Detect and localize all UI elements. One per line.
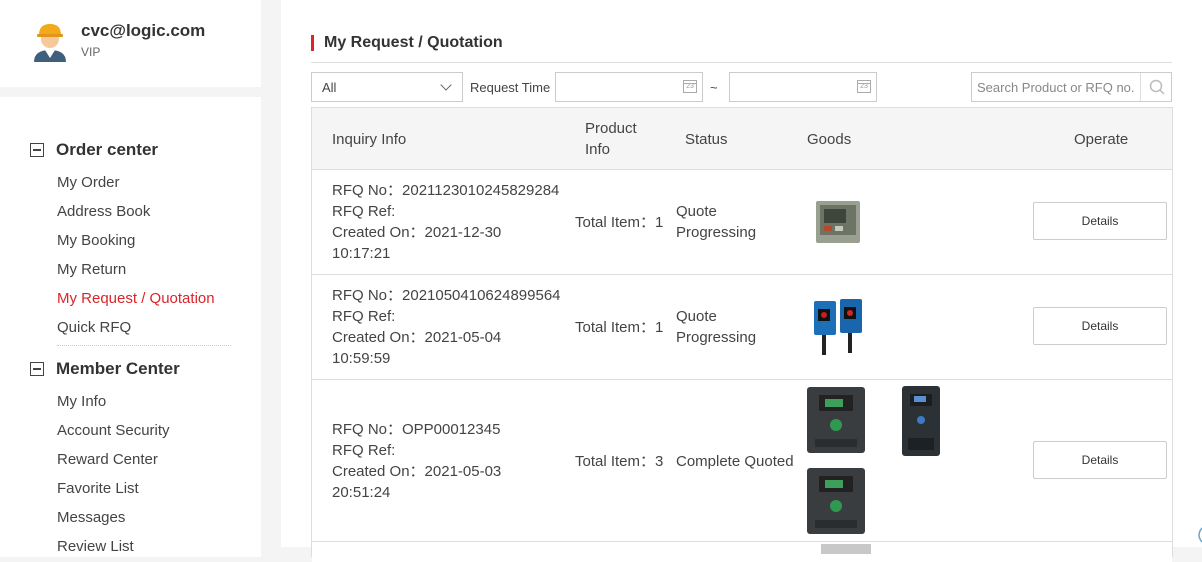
sidebar-item-reward-center[interactable]: Reward Center [57,451,158,468]
rfq-number: RFQ No：2021050410624899564 [332,287,561,304]
request-time-label: Request Time [470,80,551,95]
user-level: VIP [81,45,101,59]
member-center-header[interactable]: Member Center [30,359,180,379]
rfq-number: RFQ No：2021123010245829284 [332,182,560,199]
order-center-title: Order center [56,140,159,159]
photoelectric-sensor-image[interactable] [810,295,866,357]
profile-card: cvc@logic.com VIP [0,0,261,87]
rfq-ref: RFQ Ref: [332,203,396,220]
total-item: Total Item：1 [575,319,664,336]
variable-speed-drive-image[interactable] [900,384,944,458]
sidebar-item-my-request-quotation[interactable]: My Request / Quotation [57,290,215,307]
collapse-icon[interactable] [30,143,44,157]
sidebar-item-address-book[interactable]: Address Book [57,203,150,220]
header-operate: Operate [1074,131,1129,148]
menu-divider [57,345,231,346]
sidebar-item-my-return[interactable]: My Return [57,261,126,278]
rfq-number: RFQ No：OPP00012345 [332,421,501,438]
collapse-icon[interactable] [30,362,44,376]
main-content: My Request / Quotation All Request Time … [281,0,1202,562]
table-header: Inquiry Info Product Info Status Goods O… [312,107,1172,170]
variable-speed-drive-image[interactable] [805,385,871,457]
header-status: Status [685,131,728,148]
details-button[interactable]: Details [1033,441,1167,479]
sidebar-item-my-info[interactable]: My Info [57,393,106,410]
product-image[interactable] [817,542,877,554]
variable-speed-drive-image[interactable] [805,466,871,538]
header-product-info-line2: Info [585,141,611,158]
search-button[interactable] [1140,73,1171,101]
date-to-field[interactable]: 23 [729,72,877,102]
date-from-field[interactable]: 23 [555,72,703,102]
rfq-table: Inquiry Info Product Info Status Goods O… [311,107,1173,562]
rfq-ref: RFQ Ref: [332,308,396,325]
created-time: 10:59:59 [332,350,391,367]
header-goods: Goods [807,131,852,148]
details-button[interactable]: Details [1033,202,1167,240]
chat-icon[interactable] [1196,527,1202,543]
sidebar-item-messages[interactable]: Messages [57,509,125,526]
search-box [971,72,1172,102]
display-module-image[interactable] [815,199,861,245]
calendar-icon[interactable]: 23 [857,80,871,93]
total-item: Total Item：3 [575,453,664,470]
sidebar-item-favorite-list[interactable]: Favorite List [57,480,139,497]
sidebar-item-my-booking[interactable]: My Booking [57,232,135,249]
status-text: Progressing [676,224,757,241]
status-text: Quote [676,203,717,220]
status-select[interactable]: All [311,72,463,102]
sidebar-menu: Order center My Order Address Book My Bo… [0,97,261,557]
status-select-value: All [322,80,337,95]
status-text: Quote [676,308,717,325]
order-center-header[interactable]: Order center [30,140,158,160]
total-item: Total Item：1 [575,214,664,231]
created-time: 10:17:21 [332,245,391,262]
table-row: RFQ No：OPP00012345 RFQ Ref: Created On：2… [312,380,1172,542]
status-text: Progressing [676,329,757,346]
calendar-icon[interactable]: 23 [683,80,697,93]
avatar-icon [34,24,66,62]
status-text: Complete Quoted [676,453,794,470]
created-on: Created On：2021-05-03 [332,463,502,480]
table-row: RFQ No：2021123010245829284 RFQ Ref: Crea… [312,170,1172,275]
user-email: cvc@logic.com [81,21,206,40]
details-button[interactable]: Details [1033,307,1167,345]
created-on: Created On：2021-05-04 [332,329,502,346]
header-inquiry-info: Inquiry Info [332,131,407,148]
search-icon [1149,79,1165,95]
sidebar-item-my-order[interactable]: My Order [57,174,120,191]
sidebar-item-account-security[interactable]: Account Security [57,422,170,439]
chevron-down-icon [440,79,452,91]
table-row: RFQ No：2021050410624899564 RFQ Ref: Crea… [312,275,1172,380]
date-separator: ~ [710,80,718,95]
table-row [312,542,1172,562]
header-product-info-line1: Product [585,120,637,137]
sidebar-item-quick-rfq[interactable]: Quick RFQ [57,319,131,336]
page-title: My Request / Quotation [324,34,503,51]
title-accent-bar [311,35,314,51]
search-input[interactable] [972,73,1140,101]
created-time: 20:51:24 [332,484,391,501]
rfq-ref: RFQ Ref: [332,442,396,459]
member-center-title: Member Center [56,359,180,378]
created-on: Created On：2021-12-30 [332,224,502,241]
page-header: My Request / Quotation [311,34,1172,63]
